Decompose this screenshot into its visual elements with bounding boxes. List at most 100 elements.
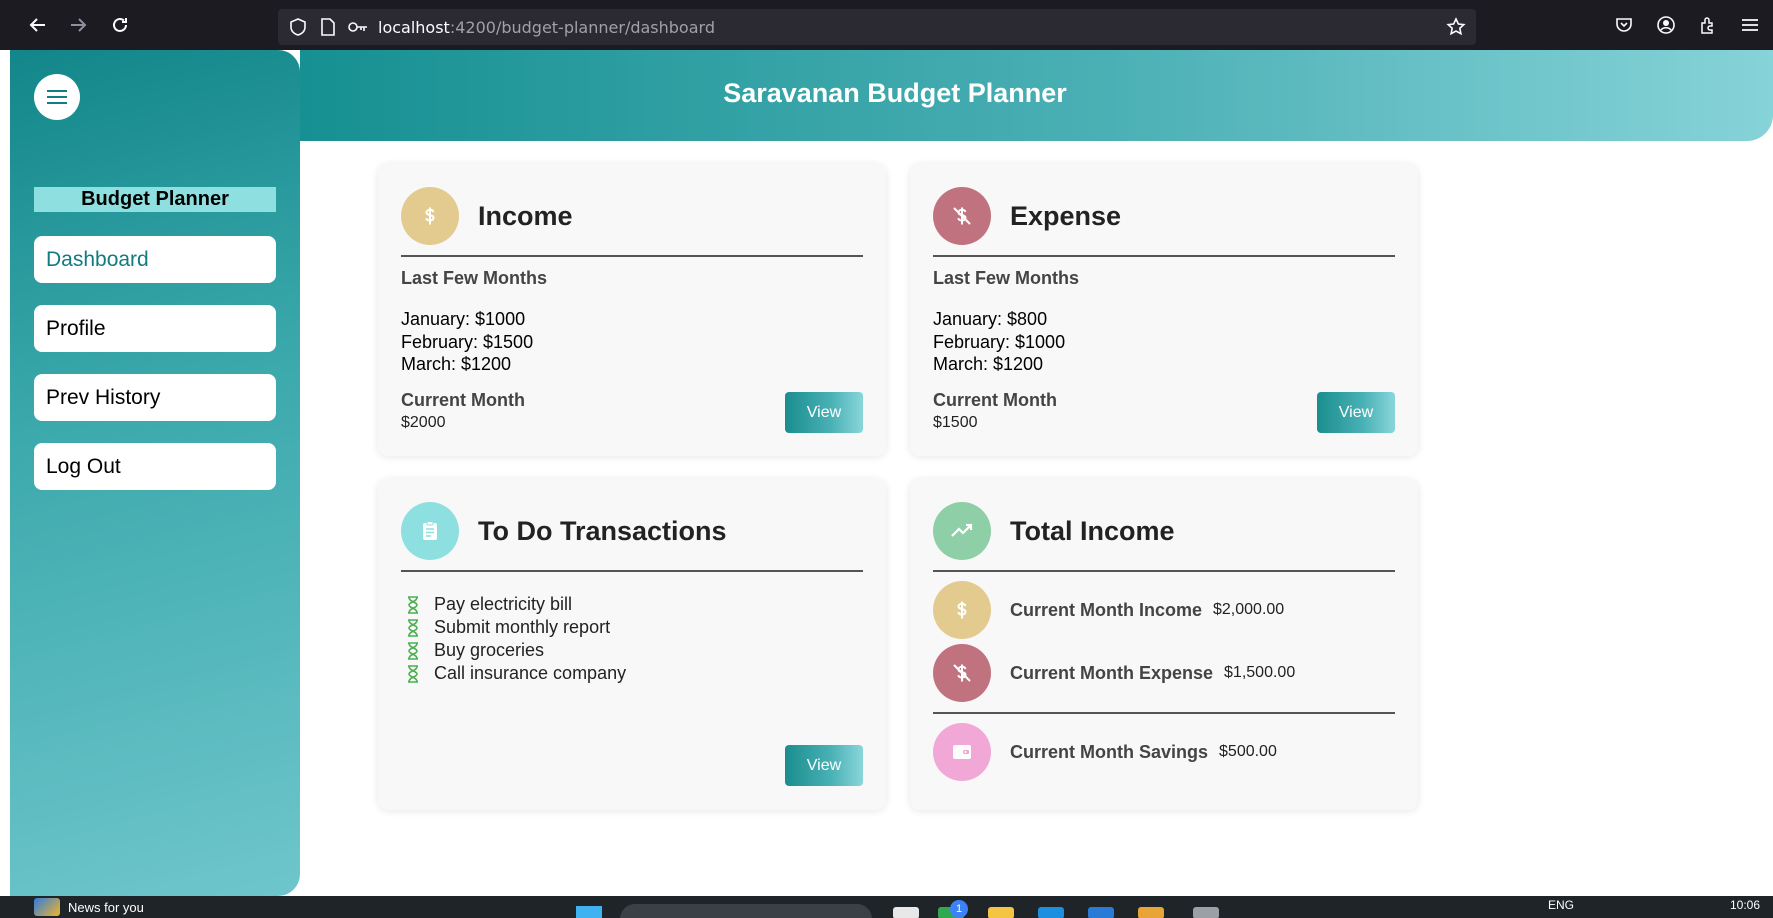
- account-icon[interactable]: [1654, 13, 1678, 37]
- sidebar-item-dashboard[interactable]: Dashboard: [34, 236, 276, 283]
- todo-title: To Do Transactions: [478, 515, 727, 546]
- income-current-label: Current Month: [401, 390, 525, 410]
- expense-current-label: Current Month: [933, 390, 1057, 410]
- shield-icon[interactable]: [288, 17, 308, 37]
- sidebar-item-log-out[interactable]: Log Out: [34, 443, 276, 490]
- menu-toggle-button[interactable]: [34, 74, 80, 120]
- income-subhead: Last Few Months: [401, 268, 548, 288]
- todo-list: Pay electricity bill Submit monthly repo…: [406, 593, 626, 685]
- hourglass-icon: [406, 618, 420, 638]
- taskbar-search[interactable]: [620, 904, 872, 918]
- total-card-header: Total Income: [933, 501, 1175, 561]
- list-item: Pay electricity bill: [406, 593, 626, 616]
- expense-card: Expense Last Few Months January: $800 Fe…: [910, 164, 1418, 456]
- language-indicator[interactable]: ENG: [1548, 898, 1574, 912]
- money-off-icon: [933, 187, 991, 245]
- clipboard-icon: [401, 502, 459, 560]
- money-off-icon: [933, 644, 991, 702]
- list-item: February: $1000: [933, 331, 1066, 352]
- total-row-value: $1,500.00: [1224, 664, 1296, 681]
- todo-text: Pay electricity bill: [434, 594, 573, 614]
- hourglass-icon: [406, 664, 420, 684]
- forward-arrow-icon[interactable]: [66, 13, 90, 37]
- expense-card-header: Expense: [933, 186, 1121, 246]
- income-title: Income: [478, 200, 573, 231]
- vscode-icon[interactable]: [1088, 907, 1114, 918]
- list-item: Call insurance company: [406, 662, 626, 685]
- trending-up-icon: [933, 502, 991, 560]
- news-widget[interactable]: News for you: [34, 898, 144, 916]
- menu-icon: [47, 90, 67, 104]
- file-explorer-icon[interactable]: [988, 907, 1014, 918]
- total-row-value: $2,000.00: [1213, 601, 1285, 618]
- todo-card: To Do Transactions Pay electricity bill …: [378, 479, 886, 810]
- todo-text: Submit monthly report: [434, 617, 611, 637]
- total-row-label: Current Month Savings: [1010, 741, 1209, 762]
- total-row-label: Current Month Income: [1010, 599, 1202, 620]
- sidebar-item-profile[interactable]: Profile: [34, 305, 276, 352]
- task-view-icon[interactable]: [893, 907, 919, 918]
- todo-text: Buy groceries: [434, 640, 545, 660]
- key-icon[interactable]: [348, 17, 368, 37]
- total-row-value: $500.00: [1219, 743, 1277, 760]
- url-path: :4200/budget-planner/dashboard: [449, 17, 715, 37]
- sidebar-item-prev-history[interactable]: Prev History: [34, 374, 276, 421]
- app-icon[interactable]: [1193, 907, 1219, 918]
- expense-month-list: January: $800 February: $1000 March: $12…: [933, 308, 1065, 376]
- total-row-label: Current Month Expense: [1010, 662, 1214, 683]
- app-root: Saravanan Budget Planner Budget Planner …: [10, 50, 1773, 896]
- income-view-button[interactable]: View: [785, 392, 863, 433]
- list-item: February: $1500: [401, 331, 534, 352]
- todo-card-header: To Do Transactions: [401, 501, 727, 561]
- news-label: News for you: [68, 899, 144, 915]
- back-arrow-icon[interactable]: [26, 13, 50, 37]
- expense-current-value: $1500: [933, 414, 978, 431]
- expense-title: Expense: [1010, 200, 1122, 231]
- todo-text: Call insurance company: [434, 663, 627, 683]
- sidebar-title: Budget Planner: [34, 187, 276, 212]
- total-row-income: Current Month Income $2,000.00: [933, 581, 1284, 639]
- income-card: Income Last Few Months January: $1000 Fe…: [378, 164, 886, 456]
- page-icon[interactable]: [318, 17, 338, 37]
- app-icon[interactable]: [1138, 907, 1164, 918]
- bookmark-star-icon[interactable]: [1446, 17, 1466, 37]
- list-item: January: $800: [933, 309, 1048, 329]
- extensions-icon[interactable]: [1696, 13, 1720, 37]
- sidebar: Budget Planner Dashboard Profile Prev Hi…: [10, 50, 300, 896]
- divider: [933, 255, 1395, 257]
- reload-icon[interactable]: [108, 13, 132, 37]
- income-current-value: $2000: [401, 414, 446, 431]
- expense-view-button[interactable]: View: [1317, 392, 1395, 433]
- clock[interactable]: 10:06: [1730, 898, 1760, 912]
- divider: [401, 255, 863, 257]
- os-taskbar: News for you 1 ENG 10:06: [0, 896, 1773, 918]
- list-item: January: $1000: [401, 309, 526, 329]
- divider: [401, 570, 863, 572]
- browser-right-icons: [1612, 13, 1762, 37]
- income-card-header: Income: [401, 186, 573, 246]
- url-host: localhost: [378, 17, 450, 37]
- edge-icon[interactable]: [1038, 907, 1064, 918]
- hamburger-menu-icon[interactable]: [1738, 13, 1762, 37]
- list-item: March: $1200: [401, 354, 512, 374]
- list-item: March: $1200: [933, 354, 1044, 374]
- total-income-card: Total Income Current Month Income $2,000…: [910, 479, 1418, 810]
- hourglass-icon: [406, 641, 420, 661]
- list-item: Submit monthly report: [406, 616, 626, 639]
- wallet-icon: [933, 723, 991, 781]
- address-bar[interactable]: localhost:4200/budget-planner/dashboard: [278, 9, 1476, 45]
- header-bar: Saravanan Budget Planner: [300, 50, 1773, 141]
- dollar-icon: [933, 581, 991, 639]
- notification-badge: 1: [950, 900, 968, 918]
- windows-start-icon[interactable]: [576, 906, 602, 918]
- url-text[interactable]: localhost:4200/budget-planner/dashboard: [378, 18, 715, 37]
- divider: [933, 712, 1395, 714]
- weather-icon: [34, 898, 60, 916]
- browser-toolbar: localhost:4200/budget-planner/dashboard: [0, 0, 1773, 50]
- todo-view-button[interactable]: View: [785, 745, 863, 786]
- app-title: Saravanan Budget Planner: [723, 78, 1067, 108]
- pocket-icon[interactable]: [1612, 13, 1636, 37]
- list-item: Buy groceries: [406, 639, 626, 662]
- income-month-list: January: $1000 February: $1500 March: $1…: [401, 308, 533, 376]
- dollar-icon: [401, 187, 459, 245]
